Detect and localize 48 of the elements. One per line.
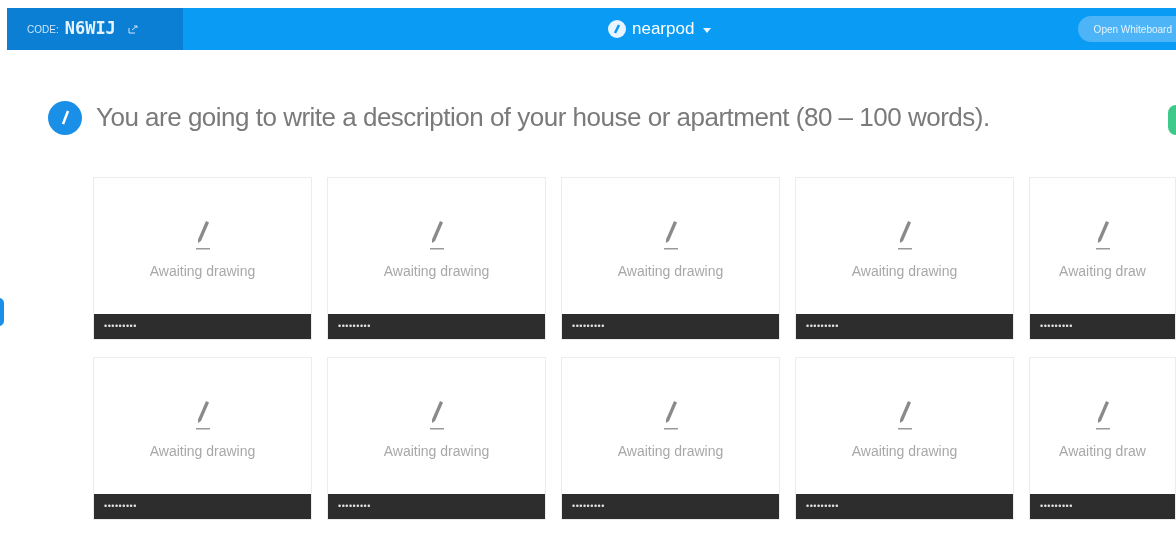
card-status: Awaiting drawing — [149, 441, 256, 461]
card-status: Awaiting draw — [1059, 261, 1146, 281]
card-status: Awaiting drawing — [383, 441, 490, 461]
drawing-card[interactable]: Awaiting drawing ••••••••• — [795, 357, 1014, 520]
drawing-card[interactable]: Awaiting draw ••••••••• — [1029, 357, 1176, 520]
student-name: ••••••••• — [338, 319, 371, 333]
drawing-card[interactable]: Awaiting draw ••••••••• — [1029, 177, 1176, 340]
pencil-icon — [1094, 398, 1111, 431]
student-name: ••••••••• — [572, 319, 605, 333]
pencil-icon — [662, 398, 679, 431]
external-link-icon[interactable] — [127, 24, 138, 34]
card-status: Awaiting draw — [1059, 441, 1146, 461]
drawing-card[interactable]: Awaiting drawing ••••••••• — [93, 357, 312, 520]
pencil-icon — [194, 218, 211, 251]
code-label: CODE: — [27, 22, 59, 37]
pencil-icon — [1094, 218, 1111, 251]
student-name: ••••••••• — [1040, 499, 1073, 513]
card-status: Awaiting drawing — [149, 261, 256, 281]
card-status: Awaiting drawing — [617, 441, 724, 461]
drawing-card[interactable]: Awaiting drawing ••••••••• — [561, 177, 780, 340]
student-name: ••••••••• — [104, 499, 137, 513]
pencil-badge-icon — [48, 100, 82, 135]
pencil-icon — [896, 218, 913, 251]
student-name: ••••••••• — [104, 319, 137, 333]
drawing-card[interactable]: Awaiting drawing ••••••••• — [327, 177, 546, 340]
student-name: ••••••••• — [806, 319, 839, 333]
pencil-icon — [896, 398, 913, 431]
drawing-card[interactable]: Awaiting drawing ••••••••• — [561, 357, 780, 520]
code-value: N6WIJ — [64, 17, 116, 41]
logo-text: nearpod — [632, 18, 695, 41]
caret-icon[interactable] — [703, 28, 712, 33]
prompt-text: You are going to write a description of your house or apartment (80 – 100 words). — [96, 101, 990, 134]
pencil-icon — [428, 218, 445, 251]
pencil-icon — [428, 398, 445, 431]
student-name: ••••••••• — [1040, 319, 1073, 333]
card-status: Awaiting drawing — [851, 441, 958, 461]
card-status: Awaiting drawing — [851, 261, 958, 281]
student-name: ••••••••• — [572, 499, 605, 513]
drawing-card[interactable]: Awaiting drawing ••••••••• — [327, 357, 546, 520]
logo-icon — [607, 19, 627, 39]
drawing-card[interactable]: Awaiting drawing ••••••••• — [795, 177, 1014, 340]
student-name: ••••••••• — [338, 499, 371, 513]
pencil-icon — [194, 398, 211, 431]
student-name: ••••••••• — [806, 499, 839, 513]
pencil-icon — [662, 218, 679, 251]
card-status: Awaiting drawing — [617, 261, 724, 281]
card-status: Awaiting drawing — [383, 261, 490, 281]
drawing-card[interactable]: Awaiting drawing ••••••••• — [93, 177, 312, 340]
